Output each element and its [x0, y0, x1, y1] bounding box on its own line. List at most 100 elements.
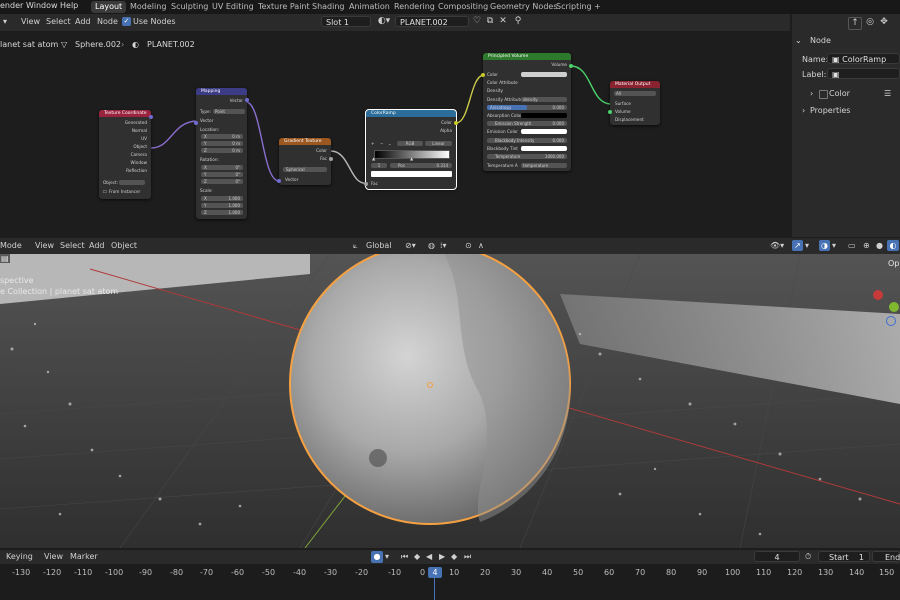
from-instancer-checkbox[interactable]: ☐	[103, 189, 107, 194]
snap-target-icon[interactable]: ⁞▾	[440, 241, 447, 250]
gizmo-toggle-icon[interactable]: ↗	[792, 240, 803, 251]
socket-mapping-in[interactable]	[194, 121, 198, 125]
temperature-attribute-field[interactable]: temperature	[521, 163, 567, 168]
temperature-field[interactable]: Temperature 1000.000	[487, 154, 567, 159]
menu-view[interactable]: View	[21, 17, 40, 26]
menu-add[interactable]: Add	[75, 17, 91, 26]
color-swatch[interactable]	[521, 72, 567, 77]
menu-object[interactable]: Object	[111, 241, 137, 250]
socket-gradient-fac[interactable]	[329, 157, 333, 161]
xray-icon[interactable]: ▭	[848, 241, 856, 250]
solid-shading-icon[interactable]: ●	[876, 241, 883, 250]
list-icon[interactable]: ☰	[884, 89, 891, 98]
slot-dropdown[interactable]: Slot 1	[321, 16, 371, 27]
color-mode-dropdown[interactable]: RGB	[397, 141, 423, 146]
scale-y[interactable]: Y 1.000	[201, 203, 243, 208]
color-expand-icon[interactable]: ›	[810, 89, 813, 98]
tab-uv-editing[interactable]: UV Editing	[208, 1, 258, 13]
tab-sculpting[interactable]: Sculpting	[167, 1, 212, 13]
falloff-icon[interactable]: ∧	[478, 241, 484, 250]
socket-gradient-in[interactable]	[277, 179, 281, 183]
interaction-mode-dropdown[interactable]: Mode	[0, 241, 22, 250]
viewport-3d[interactable]: ▤ spective e Collection | planet sat ato…	[0, 254, 900, 548]
properties-section-header[interactable]: Properties	[810, 106, 850, 115]
location-x[interactable]: X0 m	[201, 134, 243, 139]
tab-rendering[interactable]: Rendering	[390, 1, 439, 13]
jump-end-icon[interactable]: ⏭	[464, 552, 471, 562]
stop-marker-black[interactable]: ▲	[372, 156, 375, 161]
menu-window[interactable]: Window	[26, 1, 58, 10]
absorption-color-swatch[interactable]	[521, 113, 567, 118]
menu-view[interactable]: View	[35, 241, 54, 250]
stop-position[interactable]: Pos 0.314	[390, 163, 452, 168]
socket-volume-out[interactable]	[569, 64, 573, 68]
use-nodes-checkbox[interactable]: ✓	[122, 17, 131, 26]
clock-icon[interactable]: ⏱	[805, 552, 811, 562]
menu-select[interactable]: Select	[60, 241, 85, 250]
keying-dropdown[interactable]: Keying	[6, 552, 33, 561]
wireframe-shading-icon[interactable]: ⊕	[863, 241, 870, 250]
transform-orientation-dropdown[interactable]: Global	[366, 241, 392, 250]
menu-add[interactable]: Add	[89, 241, 105, 250]
gizmo-dropdown-icon[interactable]: ▾	[805, 241, 809, 250]
overlay-icon[interactable]: ◎	[864, 17, 876, 28]
tab-animation[interactable]: Animation	[345, 1, 394, 13]
start-frame-field[interactable]: Start 1	[818, 551, 870, 562]
timeline-ruler[interactable]: -130 -120 -110 -100 -90 -80 -70 -60 -50 …	[0, 564, 900, 600]
node-gradient-texture[interactable]: Gradient Texture Color Fac Spherical Vec…	[279, 138, 331, 185]
stop-index[interactable]: 1	[371, 163, 387, 168]
blackbody-intensity-field[interactable]: Blackbody Intensity 0.000	[487, 138, 567, 143]
menu-view[interactable]: View	[44, 552, 63, 561]
target-dropdown[interactable]: All	[614, 91, 656, 96]
density-attribute-field[interactable]: density	[521, 97, 567, 102]
menu-blender[interactable]: ender	[0, 1, 23, 10]
scale-z[interactable]: Z 1.000	[201, 210, 243, 215]
menu-marker[interactable]: Marker	[70, 552, 98, 561]
parent-node-icon[interactable]: ↑	[848, 17, 862, 30]
playhead-frame[interactable]: 4	[428, 567, 442, 578]
socket-object-out[interactable]	[149, 115, 153, 119]
node-section-header[interactable]: Node	[810, 36, 831, 45]
options-button[interactable]: Op	[888, 259, 899, 268]
auto-key-dropdown-icon[interactable]: ▾	[385, 552, 389, 561]
current-frame-field[interactable]: 4	[754, 551, 800, 562]
material-sphere-icon[interactable]: ◐▾	[375, 16, 393, 27]
properties-expand-icon[interactable]: ›	[802, 106, 805, 115]
scale-x[interactable]: X 1.000	[201, 196, 243, 201]
section-toggle-icon[interactable]: ⌄	[795, 36, 802, 45]
gizmo-y-axis[interactable]	[889, 302, 899, 312]
fake-user-icon[interactable]: ♡	[471, 16, 483, 27]
auto-keying-icon[interactable]: ●	[371, 551, 383, 563]
anisotropy-slider[interactable]: Anisotropy 0.000	[487, 105, 567, 110]
tab-layout[interactable]: Layout	[91, 1, 127, 13]
location-z[interactable]: Z0 m	[201, 148, 243, 153]
play-icon[interactable]: ▶	[439, 552, 445, 561]
next-keyframe-icon[interactable]: ◆	[451, 552, 457, 561]
visibility-icon[interactable]: 👁▾	[770, 241, 784, 250]
prev-keyframe-icon[interactable]: ◆	[414, 552, 420, 561]
rotation-z[interactable]: Z 0°	[201, 179, 243, 184]
emission-strength-field[interactable]: Emission Strength 0.000	[487, 121, 567, 126]
location-y[interactable]: Y0 m	[201, 141, 243, 146]
blackbody-tint-swatch[interactable]	[521, 146, 567, 151]
material-name-field[interactable]: PLANET.002	[395, 16, 469, 27]
node-texture-coordinate[interactable]: Texture Coordinate Generated Normal UV O…	[99, 110, 151, 199]
pivot-icon[interactable]: ⊘▾	[405, 241, 416, 250]
duplicate-icon[interactable]: ⧉	[484, 16, 496, 27]
node-mapping[interactable]: Mapping Vector Type: Point Vector Locati…	[196, 88, 247, 219]
object-field[interactable]	[119, 180, 145, 185]
add-stop-icon[interactable]: +	[371, 141, 375, 146]
menu-select[interactable]: Select	[46, 17, 71, 26]
pin-icon[interactable]: ⚲	[512, 16, 524, 27]
color-checkbox[interactable]	[819, 90, 828, 99]
ramp-menu-icon[interactable]: ⌄	[388, 141, 392, 146]
gradient-type-dropdown[interactable]: Spherical	[283, 167, 327, 172]
tab-shading[interactable]: Shading	[308, 1, 349, 13]
type-dropdown[interactable]: Point	[213, 109, 245, 114]
add-workspace-button[interactable]: +	[590, 1, 605, 13]
tab-modeling[interactable]: Modeling	[126, 1, 170, 13]
node-label-field[interactable]: ▣	[827, 68, 900, 79]
gizmo-z-axis[interactable]	[886, 316, 896, 326]
snap-icon[interactable]: ◍	[428, 241, 435, 250]
emission-color-swatch[interactable]	[521, 129, 567, 134]
